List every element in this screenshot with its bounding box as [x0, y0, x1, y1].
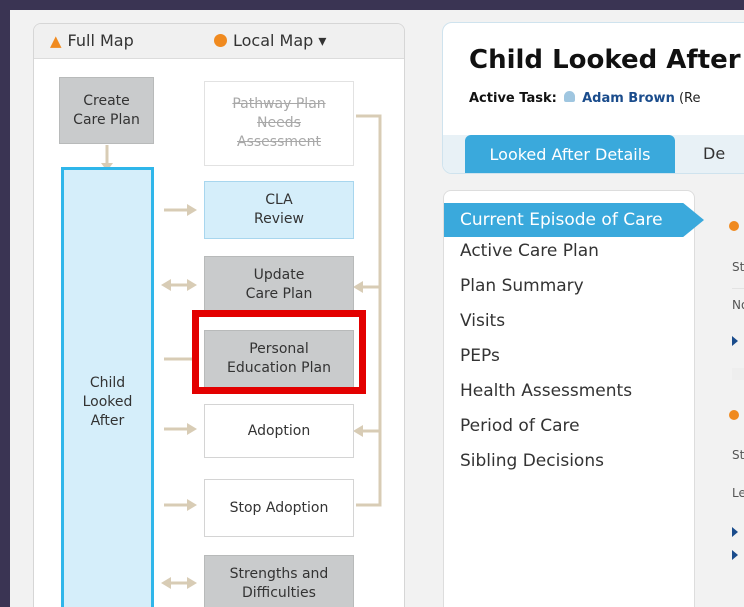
full-map-label: Full Map [67, 31, 134, 50]
node-cla-review[interactable]: CLA Review [204, 181, 354, 239]
expand-arrow-icon[interactable] [732, 527, 738, 537]
node-stop-adoption[interactable]: Stop Adoption [204, 479, 354, 537]
page-title: Child Looked After [469, 45, 741, 75]
node-child-looked-after[interactable]: Child Looked After [61, 167, 154, 607]
section-menu: Current Episode of Care Active Care Plan… [443, 190, 704, 607]
node-update-care-plan[interactable]: Update Care Plan [204, 256, 354, 314]
active-task: Active Task: Adam Brown (Re [469, 91, 701, 106]
highlight-box [192, 310, 366, 394]
user-icon [563, 91, 575, 102]
menu-item-sibling-decisions[interactable]: Sibling Decisions [460, 451, 604, 471]
home-icon: ▲ [50, 31, 62, 50]
details-strip: St No St Le [708, 190, 744, 607]
detail-bar [732, 368, 744, 380]
status-dot-icon [729, 410, 739, 420]
menu-item-peps[interactable]: PEPs [460, 346, 500, 366]
menu-item-current-episode[interactable]: Current Episode of Care [444, 203, 704, 237]
active-task-suffix: (Re [678, 91, 701, 106]
full-map-tab[interactable]: ▲ Full Map [50, 31, 134, 50]
app-frame: ▲ Full Map Local Map ▾ Create Care Plan … [10, 10, 744, 607]
detail-label: Le [732, 486, 744, 500]
status-dot-icon [729, 221, 739, 231]
menu-item-visits[interactable]: Visits [460, 311, 505, 331]
menu-item-period-of-care[interactable]: Period of Care [460, 416, 580, 436]
local-map-label: Local Map ▾ [233, 31, 327, 50]
expand-arrow-icon[interactable] [732, 336, 738, 346]
expand-arrow-icon[interactable] [732, 550, 738, 560]
node-pathway-plan[interactable]: Pathway Plan Needs Assessment [204, 81, 354, 166]
menu-item-health-assessments[interactable]: Health Assessments [460, 381, 632, 401]
tab-next[interactable]: De [703, 144, 725, 163]
record-header: Child Looked After Active Task: Adam Bro… [442, 22, 744, 174]
local-map-icon [214, 34, 227, 47]
node-strengths-difficulties[interactable]: Strengths and Difficulties [204, 555, 354, 607]
node-adoption[interactable]: Adoption [204, 404, 354, 458]
active-task-user[interactable]: Adam Brown [582, 91, 675, 106]
menu-item-plan-summary[interactable]: Plan Summary [460, 276, 584, 296]
header-tabs: Looked After Details De [443, 135, 744, 173]
detail-label: St [732, 260, 744, 274]
local-map-tab[interactable]: Local Map ▾ [214, 31, 326, 50]
map-tabs: ▲ Full Map Local Map ▾ [34, 24, 404, 59]
divider [732, 288, 744, 289]
node-create-care-plan[interactable]: Create Care Plan [59, 77, 154, 144]
detail-label: St [732, 448, 744, 462]
detail-label: No [732, 298, 744, 312]
tab-looked-after-details[interactable]: Looked After Details [465, 135, 675, 173]
menu-item-active-care-plan[interactable]: Active Care Plan [460, 241, 599, 261]
